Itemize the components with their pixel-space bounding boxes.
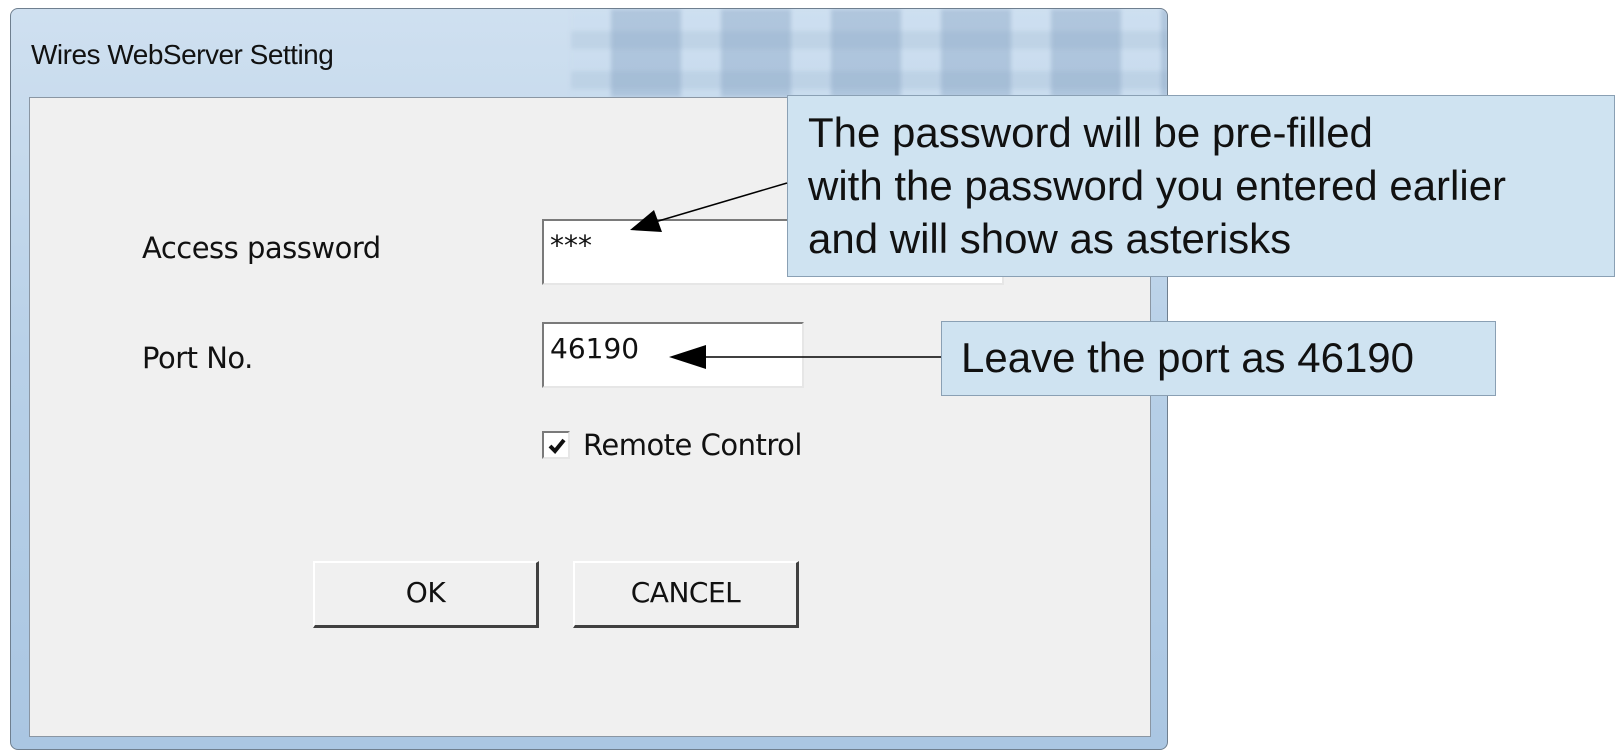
- password-label: Access password: [142, 231, 381, 265]
- ok-button[interactable]: OK: [313, 561, 539, 628]
- port-label: Port No.: [142, 341, 253, 375]
- password-callout-line-3: and will show as asterisks: [808, 215, 1292, 262]
- window-title: Wires WebServer Setting: [31, 39, 334, 70]
- background-window-blur: [571, 9, 1167, 97]
- port-callout: Leave the port as 46190: [941, 321, 1496, 396]
- cancel-button[interactable]: CANCEL: [573, 561, 799, 628]
- password-callout: The password will be pre-filled with the…: [787, 95, 1615, 277]
- password-callout-line-2: with the password you entered earlier: [808, 162, 1507, 209]
- remote-control-checkbox[interactable]: [542, 431, 570, 459]
- port-field[interactable]: 46190: [542, 322, 804, 388]
- port-callout-text: Leave the port as 46190: [961, 334, 1415, 381]
- remote-control-label[interactable]: Remote Control: [583, 428, 802, 462]
- password-callout-line-1: The password will be pre-filled: [808, 109, 1373, 156]
- checkmark-icon: [548, 438, 566, 454]
